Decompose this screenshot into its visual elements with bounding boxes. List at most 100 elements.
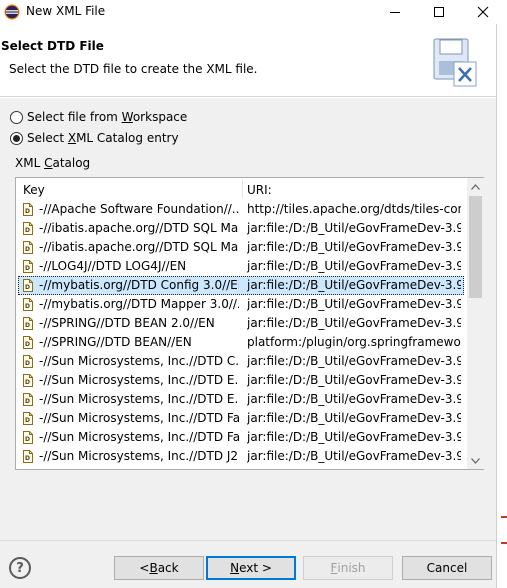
dtd-file-icon: D [23, 298, 33, 311]
row-uri: platform:/plugin/org.springframewor... [247, 335, 461, 349]
dtd-file-icon: D [23, 412, 33, 425]
row-key: -//Sun Microsystems, Inc.//DTD Fa... [39, 411, 239, 425]
page-description: Select the DTD file to create the XML fi… [9, 62, 258, 76]
svg-text:D: D [25, 303, 30, 310]
radio-workspace-indicator[interactable] [10, 110, 23, 124]
dtd-file-icon: D [23, 431, 33, 444]
dtd-file-icon: D [23, 260, 33, 273]
table-row[interactable]: D -//Sun Microsystems, Inc.//DTD E... jar:… [16, 371, 467, 390]
row-uri: jar:file:/D:/B_Util/eGovFrameDev-3.9.... [247, 430, 461, 444]
table-row[interactable]: D -//LOG4J//DTD LOG4J//EN jar:file:/D:/B_U… [16, 257, 467, 276]
background-window-marker [501, 516, 507, 518]
table-row[interactable]: D -//mybatis.org//DTD Mapper 3.0//... jar:… [16, 295, 467, 314]
svg-text:D: D [25, 208, 30, 215]
table-row[interactable]: D -//Sun Microsystems, Inc.//DTD C... jar:… [16, 352, 467, 371]
svg-text:D: D [25, 436, 30, 443]
svg-text:D: D [25, 341, 30, 348]
dtd-file-icon: D [23, 374, 33, 387]
row-key: -//Sun Microsystems, Inc.//DTD E... [39, 392, 239, 406]
svg-text:D: D [25, 360, 30, 367]
table-row[interactable]: D -//Sun Microsystems, Inc.//DTD J2... jar… [16, 447, 467, 466]
maximize-button[interactable] [417, 0, 461, 24]
dtd-file-icon: D [23, 393, 33, 406]
row-key: -//Sun Microsystems, Inc.//DTD J2... [39, 449, 239, 463]
table-row[interactable]: D -//SPRING//DTD BEAN 2.0//EN jar:file:/D:… [16, 314, 467, 333]
radio-xml-catalog-indicator[interactable] [10, 131, 23, 145]
table-row[interactable]: D -//SPRING//DTD BEAN//EN platform:/plugin… [16, 333, 467, 352]
table-row[interactable]: D -//Sun Microsystems, Inc.//DTD Fa... jar… [16, 428, 467, 447]
background-window-marker [501, 542, 507, 544]
row-uri: jar:file:/D:/B_Util/eGovFrameDev-3.9.... [247, 449, 461, 463]
window-title: New XML File [26, 4, 106, 18]
cancel-button[interactable]: Cancel [402, 556, 492, 580]
dtd-file-icon: D [23, 355, 33, 368]
dtd-file-icon: D [23, 222, 33, 235]
scroll-thumb[interactable] [469, 196, 482, 298]
row-uri: jar:file:/D:/B_Util/eGovFrameDev-3.9.... [247, 316, 461, 330]
vertical-scrollbar[interactable] [467, 178, 484, 469]
close-button[interactable] [461, 0, 505, 24]
radio-workspace[interactable]: Select file from Workspace [10, 110, 187, 124]
table-row[interactable]: D -//mybatis.org//DTD Config 3.0//EN jar:f… [16, 276, 467, 295]
table-body: D -//Apache Software Foundation//... http:… [16, 200, 467, 466]
close-icon [477, 6, 489, 18]
table-header: Key URI: [16, 178, 467, 200]
minimize-icon [390, 12, 400, 13]
radio-workspace-label: Select file from Workspace [27, 110, 188, 124]
xml-catalog-table[interactable]: Key URI: D -//Apache Software Foundation/… [15, 177, 484, 470]
row-key: -//mybatis.org//DTD Mapper 3.0//... [39, 297, 239, 311]
xml-catalog-label: XML Catalog [15, 156, 91, 170]
row-key: -//Sun Microsystems, Inc.//DTD Fa... [39, 430, 239, 444]
eclipse-app-icon [4, 4, 20, 20]
table-row[interactable]: D -//ibatis.apache.org//DTD SQL Ma... jar:… [16, 219, 467, 238]
back-button[interactable]: < Back [114, 556, 204, 580]
table-row[interactable]: D -//Apache Software Foundation//... http:… [16, 200, 467, 219]
table-row[interactable]: D -//ibatis.apache.org//DTD SQL Ma... jar:… [16, 238, 467, 257]
background-window-edge [496, 24, 507, 588]
column-header-key[interactable]: Key [23, 183, 45, 197]
row-uri: jar:file:/D:/B_Util/eGovFrameDev-3.9.... [247, 278, 461, 292]
row-uri: jar:file:/D:/B_Util/eGovFrameDev-3.9.... [247, 373, 461, 387]
maximize-icon [434, 7, 444, 17]
row-uri: jar:file:/D:/B_Util/eGovFrameDev-3.9.... [247, 240, 461, 254]
row-uri: jar:file:/D:/B_Util/eGovFrameDev-3.9.... [247, 392, 461, 406]
wizard-footer: ? < Back Next > Finish Cancel [0, 540, 496, 588]
table-row[interactable]: D -//Sun Microsystems, Inc.//DTD E... jar:… [16, 390, 467, 409]
row-uri: jar:file:/D:/B_Util/eGovFrameDev-3.9.... [247, 354, 461, 368]
row-uri: http://tiles.apache.org/dtds/tiles-conf.… [247, 202, 461, 216]
row-key: -//ibatis.apache.org//DTD SQL Ma... [39, 221, 239, 235]
table-row[interactable]: D -//Sun Microsystems, Inc.//DTD Fa... jar… [16, 409, 467, 428]
help-icon: ? [16, 560, 24, 576]
minimize-button[interactable] [373, 0, 417, 24]
svg-text:D: D [25, 246, 30, 253]
svg-text:D: D [25, 417, 30, 424]
row-uri: jar:file:/D:/B_Util/eGovFrameDev-3.9.... [247, 259, 461, 273]
column-header-uri[interactable]: URI: [247, 183, 272, 197]
row-uri: jar:file:/D:/B_Util/eGovFrameDev-3.9.... [247, 221, 461, 235]
dtd-file-icon: D [23, 279, 33, 292]
scroll-up-button[interactable] [467, 178, 484, 195]
help-button[interactable]: ? [9, 557, 31, 579]
chevron-down-icon [471, 457, 480, 464]
svg-text:D: D [25, 398, 30, 405]
row-key: -//Apache Software Foundation//... [39, 202, 239, 216]
radio-xml-catalog[interactable]: Select XML Catalog entry [10, 131, 179, 145]
row-key: -//Sun Microsystems, Inc.//DTD E... [39, 373, 239, 387]
chevron-up-icon [471, 183, 480, 190]
finish-button[interactable]: Finish [303, 556, 393, 580]
svg-text:D: D [25, 227, 30, 234]
row-uri: jar:file:/D:/B_Util/eGovFrameDev-3.9.... [247, 297, 461, 311]
title-bar: New XML File [0, 0, 507, 24]
radio-xml-catalog-label: Select XML Catalog entry [27, 131, 179, 145]
row-key: -//SPRING//DTD BEAN//EN [39, 335, 192, 349]
row-key: -//ibatis.apache.org//DTD SQL Ma... [39, 240, 239, 254]
row-uri: jar:file:/D:/B_Util/eGovFrameDev-3.9.... [247, 411, 461, 425]
column-divider[interactable] [242, 180, 243, 198]
svg-text:D: D [25, 322, 30, 329]
dtd-file-icon: D [23, 450, 33, 463]
dtd-file-icon: D [23, 203, 33, 216]
next-button[interactable]: Next > [206, 556, 296, 580]
scroll-down-button[interactable] [467, 452, 484, 469]
svg-text:D: D [25, 455, 30, 462]
wizard-content: Select file from Workspace Select XML Ca… [0, 98, 496, 540]
